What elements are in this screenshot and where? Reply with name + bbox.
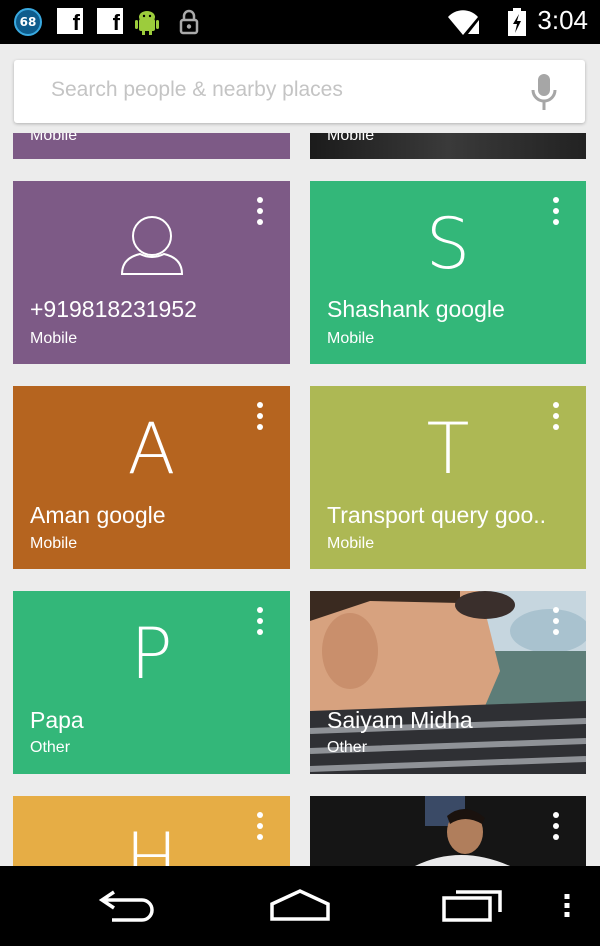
contact-name: +919818231952 [30,296,197,322]
contact-name: Papa [30,707,84,733]
contact-type: Mobile [327,535,375,552]
contact-name: Transport query goo.. [327,502,547,528]
more-options-icon[interactable] [252,607,268,639]
contact-initial: H [125,818,178,866]
contact-type: Mobile [30,330,78,347]
more-options-icon[interactable] [548,402,564,434]
clock: 3:04 [537,5,588,35]
contact-type: Mobile [30,535,78,552]
contact-name: Shashank google [327,296,505,322]
more-options-icon[interactable] [548,812,564,844]
contact-name: Aman google [30,502,166,528]
contact-type: Other [327,739,368,756]
contact-type: Mobile [327,330,375,347]
navigation-bar [0,866,600,946]
notification-count: 68 [19,15,37,29]
contact-card[interactable]: Saiyam Midha Other [310,591,586,774]
contact-card[interactable]: A Aman google Mobile [13,386,290,569]
home-button[interactable] [269,888,331,922]
contact-initial: P [130,613,173,695]
menu-button[interactable] [562,894,572,918]
person-icon [120,216,184,275]
microphone-icon[interactable] [531,74,557,110]
lock-icon [179,9,199,35]
more-options-icon[interactable] [548,197,564,229]
more-options-icon[interactable] [252,812,268,844]
status-bar: 68 f f 3:04 [0,0,600,44]
contact-card[interactable]: S Shashank google Mobile [310,181,586,364]
contact-card[interactable]: P Papa Other [13,591,290,774]
contact-type: Other [30,739,71,756]
contact-initial: A [127,408,176,490]
notification-count-icon: 68 [14,8,42,36]
contact-card[interactable]: Mobile [310,133,586,159]
android-icon [135,11,159,35]
contact-type: Mobile [30,133,78,144]
battery-charging-icon [508,8,526,36]
contact-initial: S [425,203,471,285]
contact-card[interactable] [310,796,586,866]
search-input[interactable]: Search people & nearby places [51,78,343,102]
contact-type: Mobile [327,133,375,144]
wifi-icon [448,10,479,35]
more-options-icon[interactable] [252,197,268,229]
more-options-icon[interactable] [252,402,268,434]
contact-card[interactable]: H [13,796,290,866]
more-options-icon[interactable] [548,607,564,639]
recents-button[interactable] [442,888,504,922]
contact-name: Saiyam Midha [327,707,473,733]
contact-photo [310,796,586,866]
contact-initial: T [426,408,470,490]
contact-card[interactable]: Mobile [13,133,290,159]
search-bar[interactable]: Search people & nearby places [14,60,585,123]
back-button[interactable] [98,888,160,922]
facebook-icon: f [97,8,123,34]
facebook-icon: f [57,8,83,34]
contact-card[interactable]: T Transport query goo.. Mobile [310,386,586,569]
contact-card[interactable]: +919818231952 Mobile [13,181,290,364]
